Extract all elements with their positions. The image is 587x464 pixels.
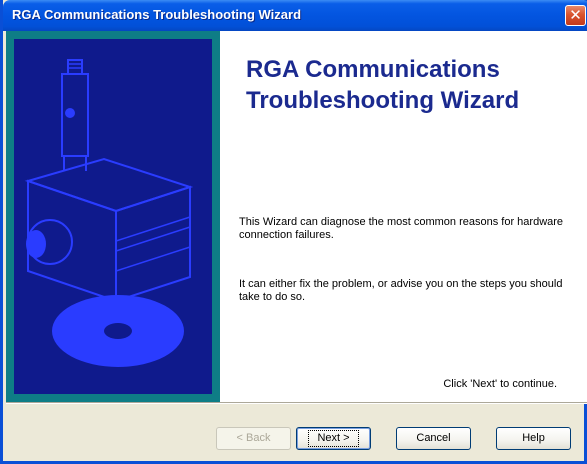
title-bar[interactable]: RGA Communications Troubleshooting Wizar… <box>3 0 587 31</box>
cancel-button[interactable]: Cancel <box>396 427 471 450</box>
button-separator <box>6 402 587 404</box>
wizard-content: RGA Communications Troubleshooting Wizar… <box>6 31 587 402</box>
window-title: RGA Communications Troubleshooting Wizar… <box>12 7 302 22</box>
wizard-window: RGA Communications Troubleshooting Wizar… <box>0 0 587 464</box>
description-paragraph-1: This Wizard can diagnose the most common… <box>239 216 564 241</box>
next-button-label: Next > <box>308 430 359 447</box>
rga-device-illustration <box>24 59 194 367</box>
page-title: RGA Communications Troubleshooting Wizar… <box>246 56 520 114</box>
continue-hint: Click 'Next' to continue. <box>443 378 557 390</box>
side-illustration-panel <box>6 31 220 402</box>
back-button[interactable]: < Back <box>216 427 291 450</box>
close-icon[interactable]: ✕ <box>565 5 586 26</box>
help-button[interactable]: Help <box>496 427 571 450</box>
description-paragraph-2: It can either fix the problem, or advise… <box>239 278 563 303</box>
next-button[interactable]: Next > <box>296 427 371 450</box>
